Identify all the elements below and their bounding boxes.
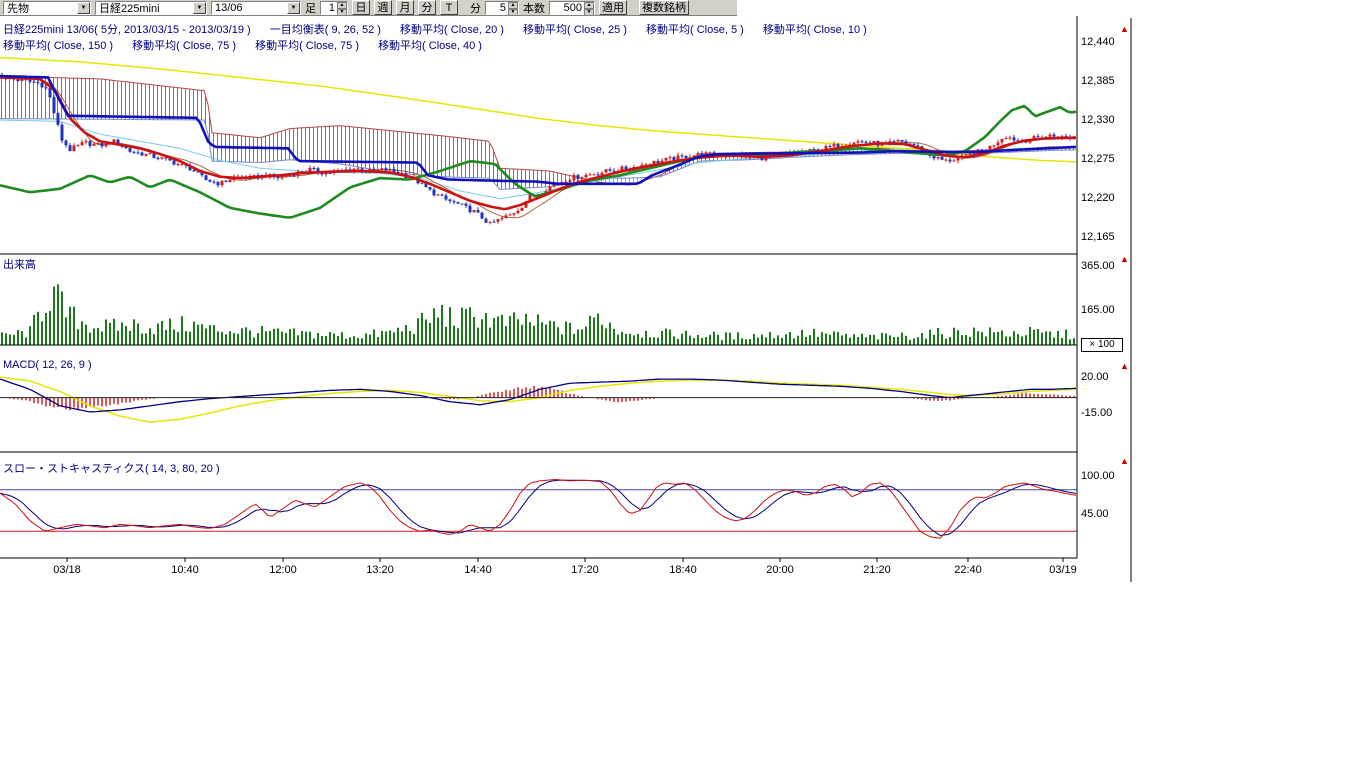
time-axis-label: 14:40 (464, 564, 492, 576)
chart-header-line1: 日経225mini 13/06( 5分, 2013/03/15 - 2013/0… (3, 21, 883, 37)
volume-panel-label: 出来高 (3, 256, 36, 272)
macd-axis-label: 20.00 (1081, 371, 1109, 383)
multi-symbol-button[interactable]: 複数銘柄 (639, 0, 689, 15)
indicator-label: 移動平均( Close, 75 ) (255, 40, 359, 52)
symbol-select-value: 日経225mini (99, 0, 160, 16)
minute-value: 5 (486, 2, 508, 14)
period-month-button[interactable]: 月 (396, 0, 414, 15)
chart-area: 03/18 10:40 12:00 13:20 14:40 17:20 18:40 20:00… (0, 16, 1140, 596)
volume-scale-up-arrow[interactable]: ▲ (1120, 255, 1129, 264)
macd-scale-up-arrow[interactable]: ▲ (1120, 362, 1129, 371)
chevron-down-icon[interactable]: ▼ (77, 2, 90, 14)
time-axis-label: 17:20 (571, 564, 599, 576)
period-week-button[interactable]: 週 (374, 0, 392, 15)
indicator-label: 移動平均( Close, 5 ) (646, 24, 744, 36)
stoch-scale-up-arrow[interactable]: ▲ (1120, 457, 1129, 466)
bar-interval-input[interactable]: 1 ▲▼ (320, 1, 348, 15)
chevron-down-icon[interactable]: ▼ (287, 2, 300, 14)
stoch-axis-label: 45.00 (1081, 508, 1109, 520)
price-axis-label: 12,220 (1081, 192, 1115, 204)
period-day-button[interactable]: 日 (352, 0, 370, 15)
price-axis-label: 12,440 (1081, 36, 1115, 48)
category-select[interactable]: 先物 ▼ (3, 1, 91, 15)
indicator-label: 一目均衡表( 9, 26, 52 ) (270, 24, 381, 36)
spinner-arrows-icon[interactable]: ▲▼ (584, 2, 594, 14)
bar-label: 足 (305, 0, 316, 16)
indicator-label: 移動平均( Close, 40 ) (378, 40, 482, 52)
minute-value-input[interactable]: 5 ▲▼ (485, 1, 519, 15)
chart-header-line2: 移動平均( Close, 150 ) 移動平均( Close, 75 ) 移動平… (3, 37, 498, 53)
chart-canvas[interactable]: 03/18 10:40 12:00 13:20 14:40 17:20 18:40 20:00… (0, 16, 1140, 588)
time-axis-label: 12:00 (269, 564, 297, 576)
macd-axis-label: -15.00 (1081, 407, 1112, 419)
price-scale-up-arrow[interactable]: ▲ (1120, 25, 1129, 34)
volume-axis-label: 365.00 (1081, 260, 1115, 272)
price-axis-label: 12,330 (1081, 114, 1115, 126)
volume-axis-label: 165.00 (1081, 304, 1115, 316)
trading-chart-application: 先物 ▼ 日経225mini ▼ 13/06 ▼ 足 1 ▲▼ 日 週 月 分 … (0, 0, 1366, 768)
macd-panel-label: MACD( 12, 26, 9 ) (3, 359, 92, 371)
spinner-arrows-icon[interactable]: ▲▼ (508, 2, 518, 14)
stoch-panel-label: スロー・ストキャスティクス( 14, 3, 80, 20 ) (3, 460, 220, 476)
minute-label: 分 (470, 0, 481, 16)
bar-interval-value: 1 (321, 2, 337, 14)
chevron-down-icon[interactable]: ▼ (193, 2, 206, 14)
stoch-axis-label: 100.00 (1081, 470, 1115, 482)
bar-count-value: 500 (550, 2, 584, 14)
contract-month-value: 13/06 (215, 2, 243, 14)
period-tick-button[interactable]: T (440, 0, 458, 15)
chart-title: 日経225mini 13/06( 5分, 2013/03/15 - 2013/0… (3, 24, 251, 36)
volume-series (2, 284, 1074, 345)
stochastics-series (0, 480, 1077, 539)
ichimoku-cloud (0, 76, 1076, 190)
bar-count-input[interactable]: 500 ▲▼ (549, 1, 595, 15)
indicator-label: 移動平均( Close, 75 ) (132, 40, 236, 52)
indicator-label: 移動平均( Close, 150 ) (3, 40, 113, 52)
indicator-label: 移動平均( Close, 25 ) (523, 24, 627, 36)
price-axis-label: 12,385 (1081, 75, 1115, 87)
time-axis-label: 22:40 (954, 564, 982, 576)
spinner-arrows-icon[interactable]: ▲▼ (337, 2, 347, 14)
time-axis-label: 10:40 (171, 564, 199, 576)
contract-month-select[interactable]: 13/06 ▼ (211, 1, 301, 15)
apply-button[interactable]: 適用 (599, 0, 627, 15)
toolbar: 先物 ▼ 日経225mini ▼ 13/06 ▼ 足 1 ▲▼ 日 週 月 分 … (0, 0, 737, 16)
price-axis-label: 12,275 (1081, 153, 1115, 165)
time-axis-label: 21:20 (863, 564, 891, 576)
time-axis-label: 18:40 (669, 564, 697, 576)
indicator-label: 移動平均( Close, 10 ) (763, 24, 867, 36)
symbol-select[interactable]: 日経225mini ▼ (95, 1, 207, 15)
indicator-label: 移動平均( Close, 20 ) (400, 24, 504, 36)
category-select-value: 先物 (7, 0, 29, 16)
macd-series (0, 377, 1076, 422)
price-axis-label: 12,165 (1081, 231, 1115, 243)
time-axis-label: 13:20 (366, 564, 394, 576)
bar-count-label: 本数 (523, 0, 545, 16)
volume-multiplier-badge: × 100 (1081, 338, 1123, 352)
time-axis-label: 03/18 (53, 564, 81, 576)
time-axis-label: 20:00 (766, 564, 794, 576)
period-minute-button[interactable]: 分 (418, 0, 436, 15)
time-axis-label: 03/19 (1049, 564, 1077, 576)
